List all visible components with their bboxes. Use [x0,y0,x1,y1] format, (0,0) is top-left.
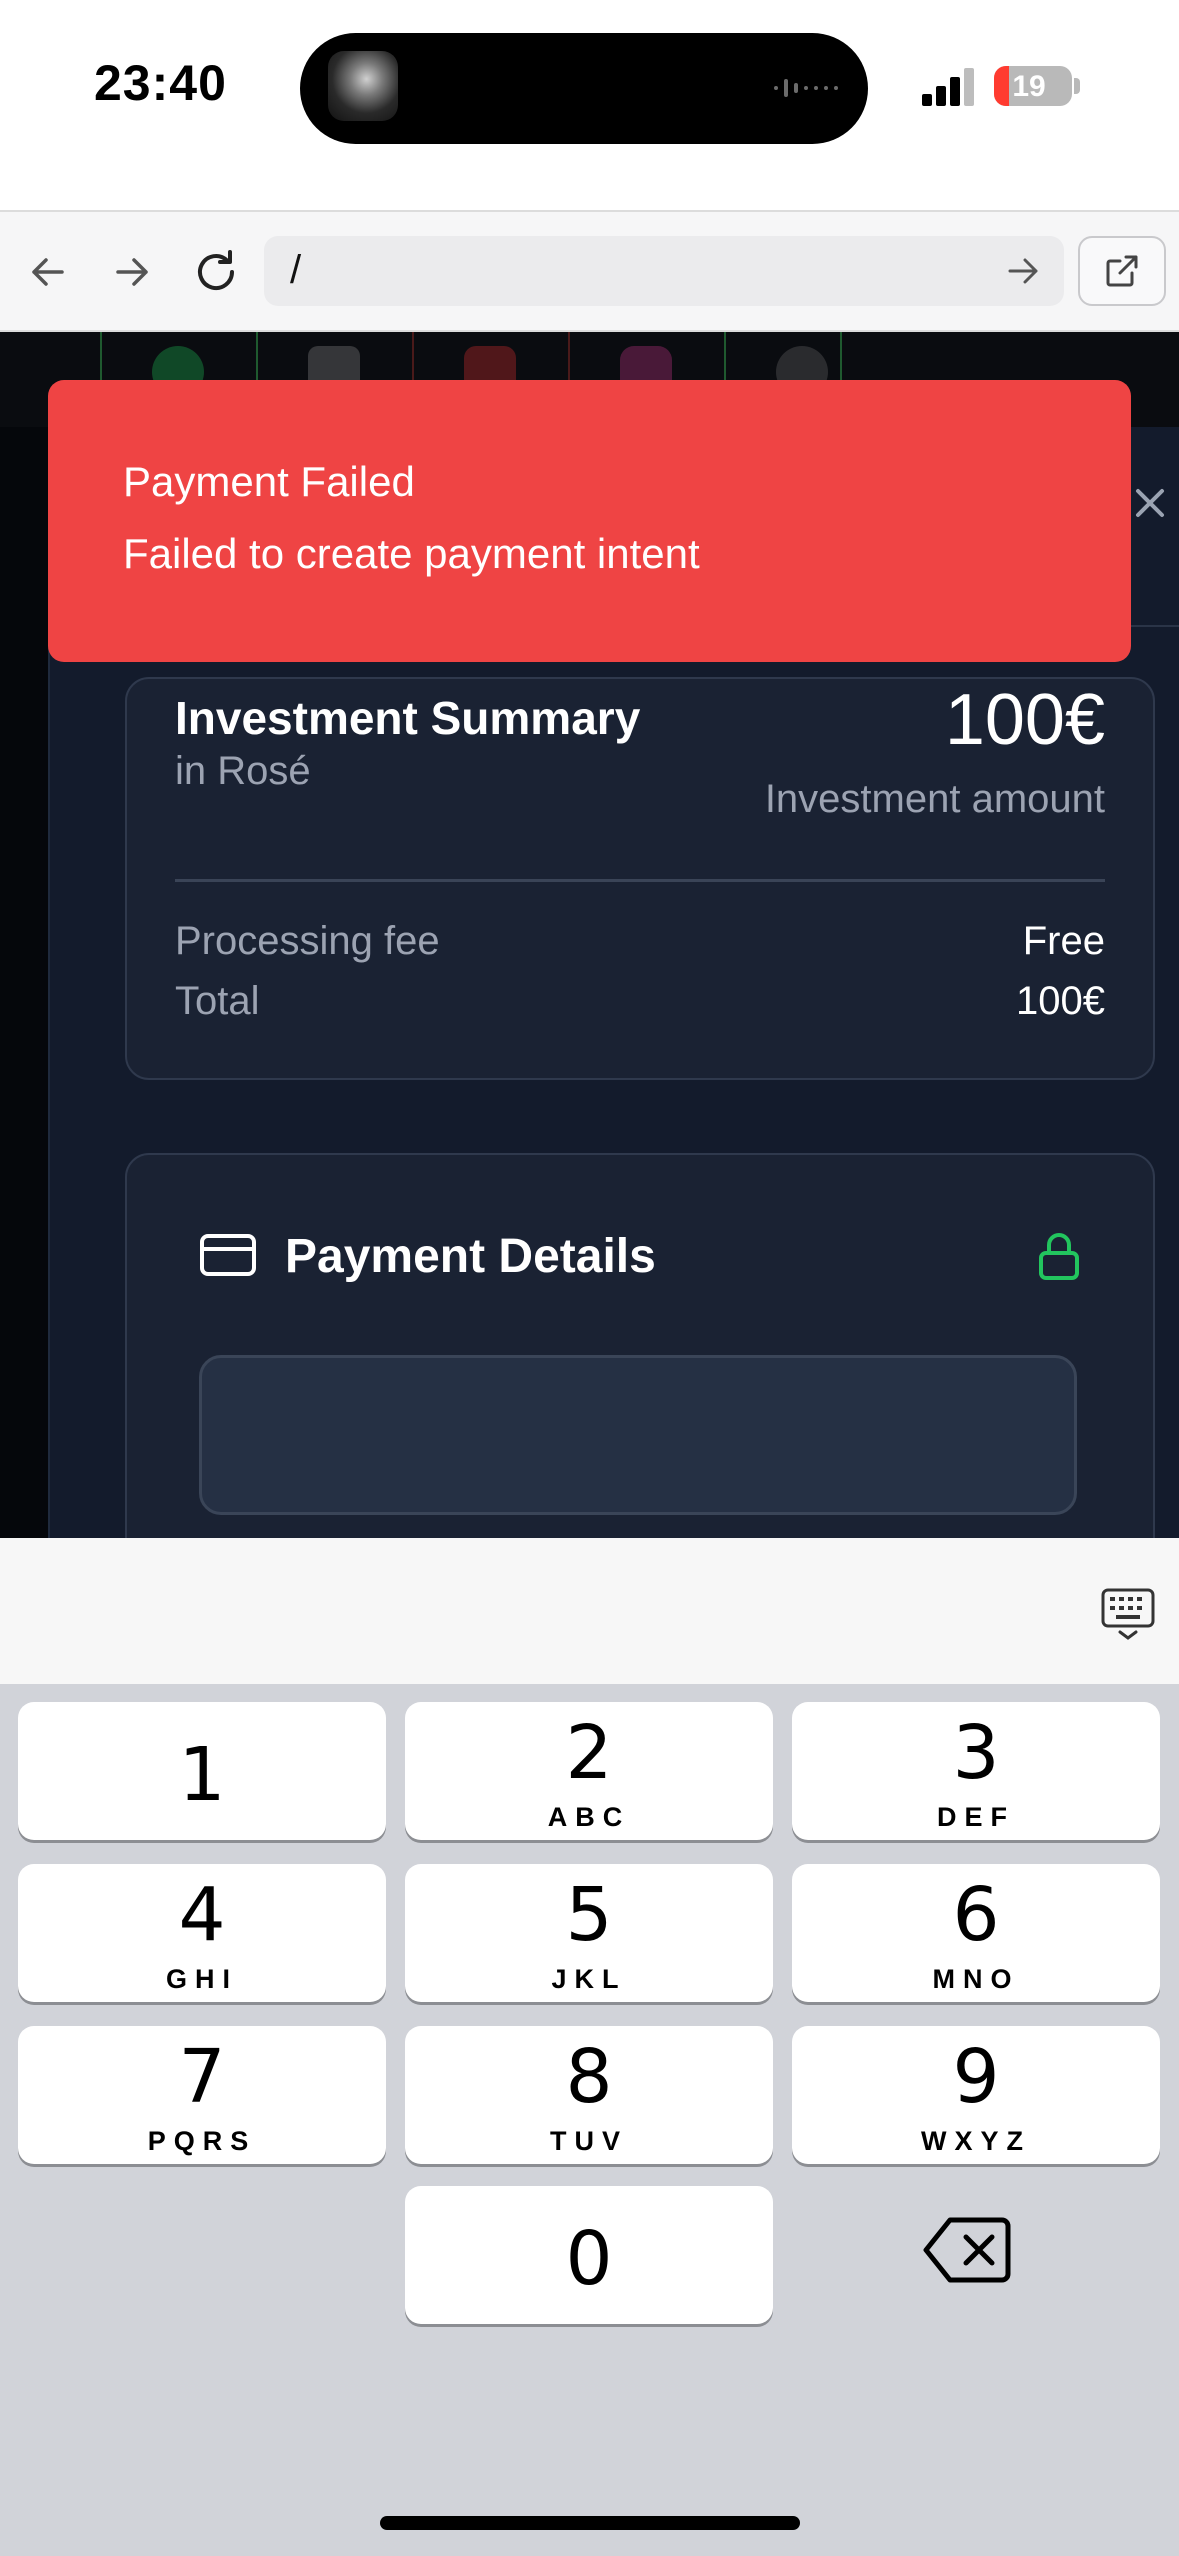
key-digit: 7 [178,2034,226,2120]
key-6[interactable]: 6 MNO [792,1864,1160,2002]
key-letters: ABC [547,1802,631,1832]
error-toast[interactable]: Payment Failed Failed to create payment … [48,380,1131,662]
processing-fee-label: Processing fee [175,919,440,963]
summary-divider [175,879,1105,882]
processing-fee-value: Free [1022,919,1105,963]
key-letters: GHI [165,1964,238,1994]
forward-button[interactable] [102,242,162,302]
dynamic-island[interactable] [300,33,868,144]
credit-card-icon [200,1234,256,1276]
reload-button[interactable] [186,242,246,302]
go-button[interactable] [998,246,1048,296]
summary-subtitle: in Rosé [175,749,311,793]
battery-level: 19 [1012,70,1046,103]
forward-arrow-icon [116,258,148,286]
key-5[interactable]: 5 JKL [405,1864,773,2002]
key-digit: 9 [952,2034,1000,2120]
key-letters: TUV [550,2126,628,2156]
keyboard-dismiss-icon[interactable] [1100,1586,1156,1642]
key-digit: 1 [178,1732,226,1818]
toast-title: Payment Failed [123,458,415,505]
status-bar: 23:40 19 [0,0,1179,210]
key-letters: DEF [937,1802,1015,1832]
key-2[interactable]: 2 ABC [405,1702,773,1840]
investment-amount-label: Investment amount [764,777,1105,821]
lock-icon [1039,1233,1079,1280]
key-letters: PQRS [147,2126,257,2156]
key-0[interactable]: 0 [405,2186,773,2324]
total-label: Total [175,979,260,1023]
battery-icon: 19 [994,66,1072,106]
key-letters: MNO [932,1964,1020,1994]
investment-amount: 100€ [944,680,1105,760]
key-9[interactable]: 9 WXYZ [792,2026,1160,2164]
back-arrow-icon [32,258,64,286]
now-playing-artwork [328,51,398,121]
url-bar[interactable]: / [264,236,1064,306]
url-text[interactable]: / [290,248,301,293]
close-icon[interactable] [1130,483,1170,523]
home-indicator[interactable] [380,2516,800,2530]
browser-toolbar: / [0,210,1179,332]
key-letters: JKL [551,1964,627,1994]
reload-icon [198,250,234,290]
keyboard-accessory-bar [0,1538,1179,1684]
key-4[interactable]: 4 GHI [18,1864,386,2002]
key-digit: 2 [565,1710,613,1796]
key-digit: 0 [565,2216,613,2302]
payment-details-card: Payment Details [125,1153,1155,1538]
battery-nub [1074,78,1080,94]
key-digit: 6 [952,1872,1000,1958]
total-value: 100€ [1016,979,1105,1023]
backspace-icon[interactable] [922,2210,1012,2290]
key-1[interactable]: 1 [18,1702,386,1840]
key-digit: 3 [952,1710,1000,1796]
key-8[interactable]: 8 TUV [405,2026,773,2164]
clock: 23:40 [94,55,227,111]
summary-title: Investment Summary [175,692,641,744]
audio-waveform-icon [774,79,838,97]
go-arrow-icon [1008,258,1038,284]
investment-summary-card: Investment Summary in Rosé 100€ Investme… [125,677,1155,1080]
open-external-icon [1106,255,1138,287]
toast-message: Failed to create payment intent [123,530,700,577]
back-button[interactable] [18,242,78,302]
key-7[interactable]: 7 PQRS [18,2026,386,2164]
key-3[interactable]: 3 DEF [792,1702,1160,1840]
key-digit: 8 [565,2034,613,2120]
payment-details-title: Payment Details [285,1230,656,1283]
open-external-button[interactable] [1078,236,1166,306]
card-number-input[interactable] [199,1355,1077,1515]
key-letters: WXYZ [921,2126,1031,2156]
key-digit: 5 [565,1872,613,1958]
cellular-signal-icon [922,68,974,106]
key-digit: 4 [178,1872,226,1958]
